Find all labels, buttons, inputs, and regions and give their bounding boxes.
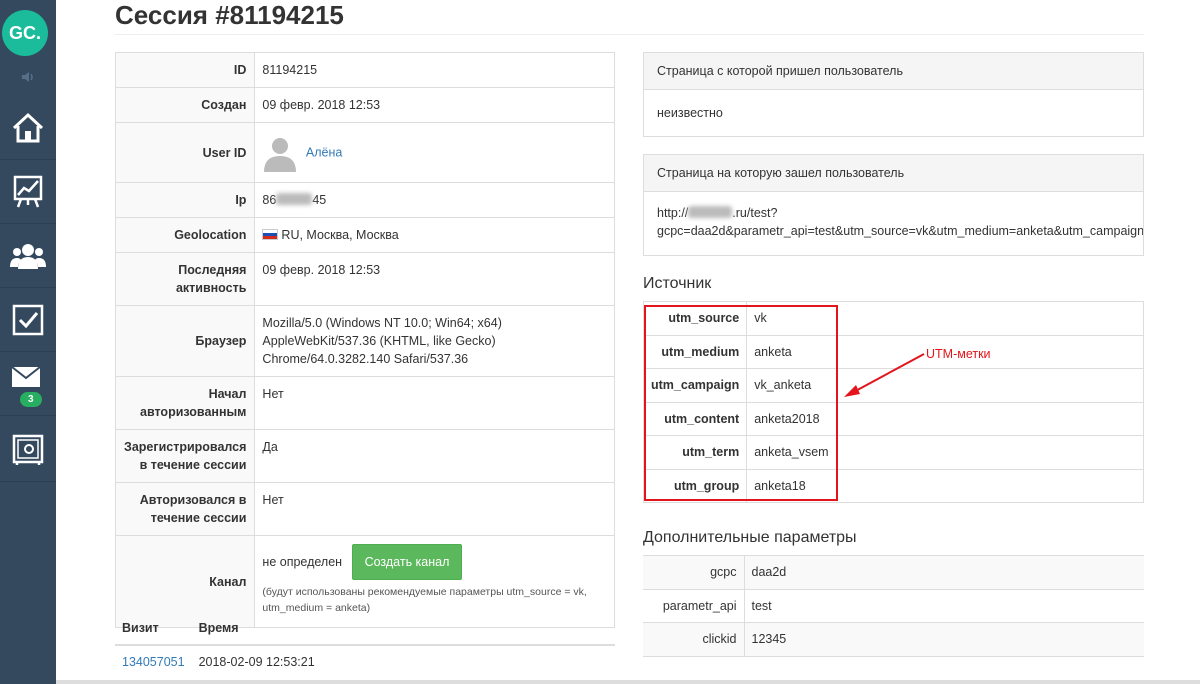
page-title: Сессия #81194215 [115, 0, 344, 30]
table-row: gcpc daa2d [643, 555, 1144, 590]
visits-table: Визит Время 134057051 2018-02-09 12:53:2… [115, 612, 615, 678]
session-info-table: ID 81194215 Создан 09 февр. 2018 12:53 U… [114, 52, 615, 628]
header-divider [115, 34, 1144, 35]
authorized-value: Нет [254, 482, 615, 536]
row-created: Создан 09 февр. 2018 12:53 [114, 87, 615, 123]
home-icon[interactable] [0, 96, 56, 160]
row-last-activity: Последняя активность 09 февр. 2018 12:53 [114, 252, 615, 306]
time-column-header: Время [191, 612, 615, 646]
annotation-arrow-icon [844, 353, 925, 397]
users-icon[interactable] [0, 224, 56, 288]
extra-params-table: gcpc daa2d parametr_api test clickid 12345 [643, 555, 1144, 657]
create-channel-button[interactable]: Создать канал [351, 544, 463, 580]
row-user: User ID Алёна [114, 122, 615, 183]
geolocation-value: RU, Москва, Москва [254, 217, 615, 253]
param-key: parametr_api [643, 588, 745, 623]
table-row: parametr_api test [643, 588, 1144, 623]
speaker-icon[interactable] [0, 62, 56, 92]
extra-params-title: Дополнительные параметры [643, 529, 857, 546]
checkbox-icon[interactable] [0, 288, 56, 352]
param-value: test [744, 588, 1144, 623]
source-section-title: Источник [643, 275, 712, 292]
param-value: daa2d [744, 555, 1144, 590]
landing-url: http:// .ru/test? gcpc=daa2d&parametr_api… [644, 192, 1143, 252]
last-activity-label: Последняя активность [114, 252, 256, 306]
ip-suffix: 45 [312, 193, 327, 207]
geolocation-text: RU, Москва, Москва [281, 228, 399, 242]
param-key: gcpc [643, 555, 745, 590]
param-value: 12345 [744, 622, 1144, 657]
ip-value: 86 45 [254, 182, 615, 218]
row-started-authorized: Начал авторизованным Нет [114, 376, 615, 430]
utm-highlight-box [644, 305, 838, 501]
started-authorized-label: Начал авторизованным [114, 376, 256, 430]
last-activity-value: 09 февр. 2018 12:53 [254, 252, 615, 306]
authorized-label: Авторизовался в течение сессии [114, 482, 256, 536]
ip-redaction [276, 193, 313, 205]
row-geolocation: Geolocation RU, Москва, Москва [114, 217, 615, 253]
landing-url-line1: http:// .ru/test? [657, 204, 1130, 222]
utm-annotation-label: UTM-метки [926, 347, 991, 361]
created-label: Создан [114, 87, 256, 123]
landing-panel: Страница на которую зашел пользователь h… [643, 154, 1144, 256]
channel-status: не определен [262, 555, 343, 569]
user-name-link[interactable]: Алёна [306, 145, 342, 159]
row-registered: Зарегистрировался в течение сессии Да [114, 429, 615, 483]
visit-column-header: Визит [115, 612, 192, 646]
unread-count-badge: 3 [20, 392, 42, 407]
user-id-value: Алёна [254, 122, 615, 183]
chart-icon[interactable] [0, 160, 56, 224]
landing-url-end: .ru/test? [732, 206, 778, 220]
referrer-panel: Страница с которой пришел пользователь н… [643, 52, 1144, 137]
landing-url-start: http:// [657, 206, 689, 220]
param-key: clickid [643, 622, 745, 657]
browser-label: Браузер [114, 305, 256, 377]
safe-icon[interactable] [0, 418, 56, 482]
row-id: ID 81194215 [114, 52, 615, 88]
row-ip: Ip 86 45 [114, 182, 615, 218]
registered-value: Да [254, 429, 615, 483]
visits-header-row: Визит Время [115, 612, 615, 646]
landing-panel-title: Страница на которую зашел пользователь [644, 155, 1143, 192]
ip-prefix: 86 [262, 193, 277, 207]
russia-flag-icon [262, 229, 279, 240]
started-authorized-value: Нет [254, 376, 615, 430]
table-row: clickid 12345 [643, 622, 1144, 657]
sidebar: GC. 3 [0, 0, 56, 684]
user-id-label: User ID [114, 122, 256, 183]
table-row: 134057051 2018-02-09 12:53:21 [115, 645, 615, 678]
ip-label: Ip [114, 182, 256, 218]
visit-time: 2018-02-09 12:53:21 [198, 655, 315, 669]
row-browser: Браузер Mozilla/5.0 (Windows NT 10.0; Wi… [114, 305, 615, 377]
geolocation-label: Geolocation [114, 217, 256, 253]
referrer-panel-title: Страница с которой пришел пользователь [644, 53, 1143, 90]
horizontal-scrollbar[interactable] [56, 680, 1200, 684]
row-authorized: Авторизовался в течение сессии Нет [114, 482, 615, 536]
id-value: 81194215 [254, 52, 615, 88]
id-label: ID [114, 52, 256, 88]
browser-value: Mozilla/5.0 (Windows NT 10.0; Win64; x64… [254, 305, 615, 377]
visit-link[interactable]: 134057051 [115, 645, 192, 678]
landing-url-line2: gcpc=daa2d&parametr_api=test&utm_source=… [657, 224, 1143, 238]
logo[interactable]: GC. [2, 10, 48, 56]
referrer-value: неизвестно [657, 106, 723, 120]
landing-domain-redaction [688, 206, 733, 218]
avatar[interactable] [262, 134, 298, 172]
registered-label: Зарегистрировался в течение сессии [114, 429, 256, 483]
created-value: 09 февр. 2018 12:53 [254, 87, 615, 123]
